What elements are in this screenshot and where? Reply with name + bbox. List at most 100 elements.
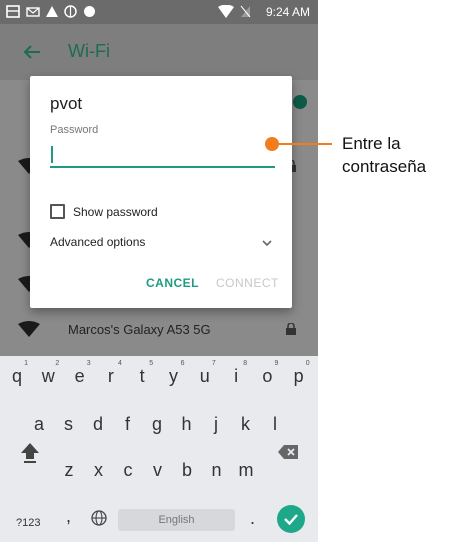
mail-icon — [26, 7, 40, 17]
key-z[interactable]: z — [55, 460, 83, 481]
key-label: w — [41, 366, 55, 386]
connect-button[interactable]: CONNECT — [216, 276, 279, 290]
sync-icon — [64, 5, 77, 18]
show-password-checkbox[interactable] — [50, 204, 65, 219]
key-w[interactable]: w2 — [34, 360, 62, 387]
key-label: g — [151, 414, 162, 434]
no-signal-icon — [240, 5, 251, 18]
key-hint: 2 — [55, 360, 60, 367]
status-time: 9:24 AM — [265, 5, 310, 19]
key-hint: 5 — [149, 360, 154, 367]
warning-icon — [46, 6, 58, 17]
key-hint: 3 — [86, 360, 91, 367]
comma-key[interactable]: , — [66, 506, 71, 527]
text-cursor — [51, 146, 53, 163]
key-e[interactable]: e3 — [66, 360, 94, 387]
key-y[interactable]: y6 — [160, 360, 188, 387]
key-label: v — [153, 460, 162, 480]
period-key[interactable]: . — [250, 508, 255, 529]
key-label: h — [181, 414, 192, 434]
password-label: Password — [50, 124, 99, 136]
key-label: k — [241, 414, 250, 434]
key-j[interactable]: j — [202, 414, 230, 435]
cancel-button[interactable]: CANCEL — [146, 276, 199, 290]
key-b[interactable]: b — [173, 460, 201, 481]
key-i[interactable]: i8 — [222, 360, 250, 387]
key-label: q — [11, 366, 22, 386]
key-label: x — [94, 460, 103, 480]
chevron-down-icon[interactable] — [261, 237, 273, 249]
key-m[interactable]: m — [232, 460, 260, 481]
key-hint: 8 — [243, 360, 248, 367]
wifi-icon — [18, 321, 40, 337]
dialog-title: pvot — [50, 94, 83, 113]
key-label: y — [169, 366, 178, 386]
key-d[interactable]: d — [84, 414, 112, 435]
key-l[interactable]: l — [261, 414, 289, 435]
key-k[interactable]: k — [232, 414, 260, 435]
password-dialog: pvot Password Show password Advanced opt… — [30, 76, 292, 308]
key-label: c — [123, 460, 133, 480]
key-s[interactable]: s — [55, 414, 83, 435]
key-n[interactable]: n — [203, 460, 231, 481]
backspace-icon[interactable] — [277, 444, 299, 460]
back-arrow-icon[interactable] — [22, 42, 42, 62]
key-label: m — [238, 460, 254, 480]
done-key[interactable] — [277, 505, 305, 533]
key-label: l — [273, 414, 277, 434]
app-bar: Wi-Fi — [0, 24, 318, 80]
key-label: b — [181, 460, 192, 480]
check-icon — [284, 514, 298, 526]
status-bar: 9:24 AM — [0, 0, 318, 24]
key-q[interactable]: q1 — [3, 360, 31, 387]
key-label: d — [92, 414, 103, 434]
phone-screen: 9:24 AM Wi-Fi Marcos's Galaxy A53 5G pvo… — [0, 0, 318, 542]
key-hint: 6 — [180, 360, 185, 367]
wifi-icon — [293, 95, 307, 109]
key-label: i — [234, 366, 239, 386]
key-g[interactable]: g — [143, 414, 171, 435]
key-label: f — [124, 414, 130, 434]
callout-line — [272, 143, 332, 145]
page-title: Wi-Fi — [68, 41, 110, 61]
key-t[interactable]: t5 — [128, 360, 156, 387]
show-password-label[interactable]: Show password — [73, 205, 158, 219]
key-label: n — [211, 460, 222, 480]
key-label: z — [64, 460, 74, 480]
key-o[interactable]: o9 — [253, 360, 281, 387]
key-u[interactable]: u7 — [191, 360, 219, 387]
callout-text: Entre la contraseña — [342, 132, 426, 178]
notification-icon — [6, 5, 20, 18]
key-r[interactable]: r4 — [97, 360, 125, 387]
space-key[interactable]: English — [118, 509, 235, 531]
soft-keyboard: q1w2e3r4t5y6u7i8o9p0 asdfghjkl zxcvbnm ?… — [0, 356, 318, 542]
key-f[interactable]: f — [114, 414, 142, 435]
password-input[interactable] — [50, 142, 275, 168]
key-label: a — [33, 414, 44, 434]
key-hint: 0 — [305, 360, 310, 367]
advanced-options-label[interactable]: Advanced options — [50, 235, 145, 249]
key-label: u — [199, 366, 210, 386]
key-hint: 1 — [24, 360, 28, 367]
wifi-status-icon — [218, 5, 234, 18]
key-c[interactable]: c — [114, 460, 142, 481]
network-row[interactable]: Marcos's Galaxy A53 5G — [0, 307, 318, 353]
shift-icon[interactable] — [20, 441, 40, 463]
symbols-key[interactable]: ?123 — [16, 517, 40, 529]
key-p[interactable]: p0 — [285, 360, 313, 387]
key-label: t — [139, 366, 145, 386]
key-label: o — [262, 366, 273, 386]
key-h[interactable]: h — [173, 414, 201, 435]
callout-line-2: contraseña — [342, 157, 427, 176]
key-hint: 7 — [211, 360, 216, 367]
key-label: r — [107, 366, 114, 386]
key-label: e — [74, 366, 85, 386]
globe-icon[interactable] — [91, 510, 107, 526]
key-hint: 9 — [274, 360, 279, 367]
key-label: j — [214, 414, 218, 434]
key-a[interactable]: a — [25, 414, 53, 435]
network-name: Marcos's Galaxy A53 5G — [68, 322, 211, 337]
key-hint: 4 — [117, 360, 122, 367]
key-v[interactable]: v — [144, 460, 172, 481]
key-x[interactable]: x — [85, 460, 113, 481]
